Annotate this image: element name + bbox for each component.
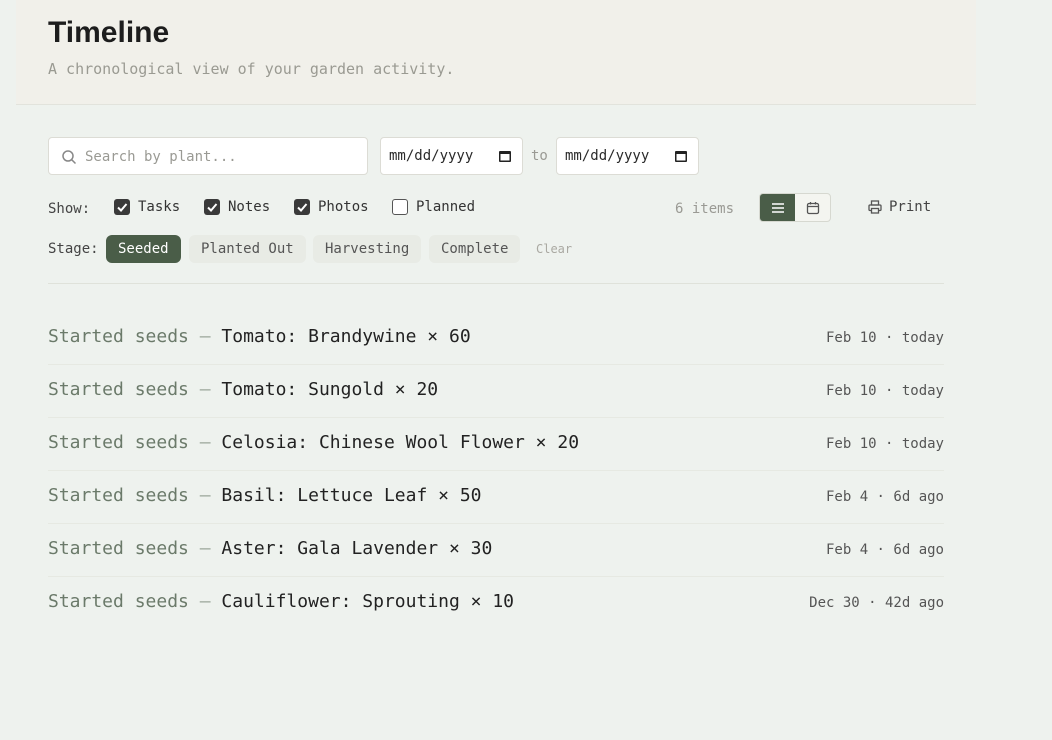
clear-stage-button[interactable]: Clear bbox=[536, 242, 572, 256]
checkbox-notes[interactable]: Notes bbox=[204, 199, 270, 215]
entry-date: Feb 10 · today bbox=[825, 383, 944, 399]
entry-date: Feb 10 · today bbox=[825, 330, 944, 346]
date-range-to-label: to bbox=[531, 148, 548, 164]
entry-action: Started seeds bbox=[48, 432, 189, 453]
stage-chip-complete[interactable]: Complete bbox=[429, 235, 521, 263]
printer-icon bbox=[868, 200, 882, 214]
checkbox-checked-icon[interactable] bbox=[294, 199, 310, 215]
list-view-button[interactable] bbox=[760, 194, 795, 221]
date-to-field[interactable]: mm/dd/yyyy bbox=[556, 137, 699, 175]
entry-action: Started seeds bbox=[48, 538, 189, 559]
stage-filter-row: Stage: Seeded Planted Out Harvesting Com… bbox=[48, 235, 944, 265]
items-count: 6 items bbox=[675, 201, 735, 217]
search-input[interactable] bbox=[85, 146, 355, 168]
checkbox-label: Notes bbox=[228, 199, 271, 215]
calendar-icon[interactable] bbox=[498, 149, 512, 163]
search-box[interactable] bbox=[48, 137, 368, 175]
print-label: Print bbox=[889, 199, 932, 215]
page-header: Timeline A chronological view of your ga… bbox=[16, 0, 976, 105]
entry-date: Feb 4 · 6d ago bbox=[825, 489, 944, 505]
stage-chip-seeded[interactable]: Seeded bbox=[106, 235, 181, 263]
checkbox-unchecked-icon[interactable] bbox=[392, 199, 408, 215]
stage-chip-planted-out[interactable]: Planted Out bbox=[189, 235, 306, 263]
checkbox-tasks[interactable]: Tasks bbox=[114, 199, 180, 215]
timeline-entry[interactable]: Started seeds — Cauliflower: Sprouting ×… bbox=[48, 577, 944, 630]
entry-subject: Tomato: Sungold × 20 bbox=[221, 379, 439, 400]
entry-subject: Cauliflower: Sprouting × 10 bbox=[221, 591, 515, 612]
calendar-view-button[interactable] bbox=[795, 194, 830, 221]
timeline-entry[interactable]: Started seeds — Aster: Gala Lavender × 3… bbox=[48, 524, 944, 577]
checkbox-planned[interactable]: Planned bbox=[392, 199, 475, 215]
page-subtitle: A chronological view of your garden acti… bbox=[48, 60, 455, 78]
search-icon bbox=[62, 150, 77, 165]
timeline-entry[interactable]: Started seeds — Basil: Lettuce Leaf × 50… bbox=[48, 471, 944, 524]
show-label: Show: bbox=[48, 201, 91, 217]
checkbox-checked-icon[interactable] bbox=[114, 199, 130, 215]
calendar-icon[interactable] bbox=[674, 149, 688, 163]
stage-chip-harvesting[interactable]: Harvesting bbox=[313, 235, 422, 263]
entry-subject: Aster: Gala Lavender × 30 bbox=[221, 538, 493, 559]
print-button[interactable]: Print bbox=[868, 199, 931, 215]
checkbox-checked-icon[interactable] bbox=[204, 199, 220, 215]
entry-action: Started seeds bbox=[48, 485, 189, 506]
divider bbox=[48, 283, 944, 284]
date-from-field[interactable]: mm/dd/yyyy bbox=[380, 137, 523, 175]
checkbox-label: Photos bbox=[318, 199, 369, 215]
entry-subject: Tomato: Brandywine × 60 bbox=[221, 326, 471, 347]
list-icon bbox=[771, 202, 784, 213]
entry-date: Feb 4 · 6d ago bbox=[825, 542, 944, 558]
entry-subject: Celosia: Chinese Wool Flower × 20 bbox=[221, 432, 580, 453]
stage-label: Stage: bbox=[48, 241, 99, 257]
date-from-value: mm/dd/yyyy bbox=[389, 148, 474, 164]
calendar-icon bbox=[806, 201, 819, 214]
checkbox-label: Tasks bbox=[138, 199, 181, 215]
entry-action: Started seeds bbox=[48, 326, 189, 347]
timeline-entry[interactable]: Started seeds — Celosia: Chinese Wool Fl… bbox=[48, 418, 944, 471]
show-filter-row: Show: Tasks Notes Photos Planned 6 items bbox=[48, 193, 944, 225]
entry-subject: Basil: Lettuce Leaf × 50 bbox=[221, 485, 482, 506]
view-toggle bbox=[759, 193, 831, 222]
timeline-entry[interactable]: Started seeds — Tomato: Brandywine × 60 … bbox=[48, 312, 944, 365]
timeline-list: Started seeds — Tomato: Brandywine × 60 … bbox=[48, 312, 944, 630]
entry-action: Started seeds bbox=[48, 591, 189, 612]
checkbox-photos[interactable]: Photos bbox=[294, 199, 369, 215]
checkbox-label: Planned bbox=[416, 199, 476, 215]
entry-action: Started seeds bbox=[48, 379, 189, 400]
entry-date: Feb 10 · today bbox=[825, 436, 944, 452]
page-title: Timeline bbox=[48, 16, 170, 49]
entry-date: Dec 30 · 42d ago bbox=[809, 595, 944, 611]
date-to-value: mm/dd/yyyy bbox=[565, 148, 650, 164]
timeline-entry[interactable]: Started seeds — Tomato: Sungold × 20 Feb… bbox=[48, 365, 944, 418]
